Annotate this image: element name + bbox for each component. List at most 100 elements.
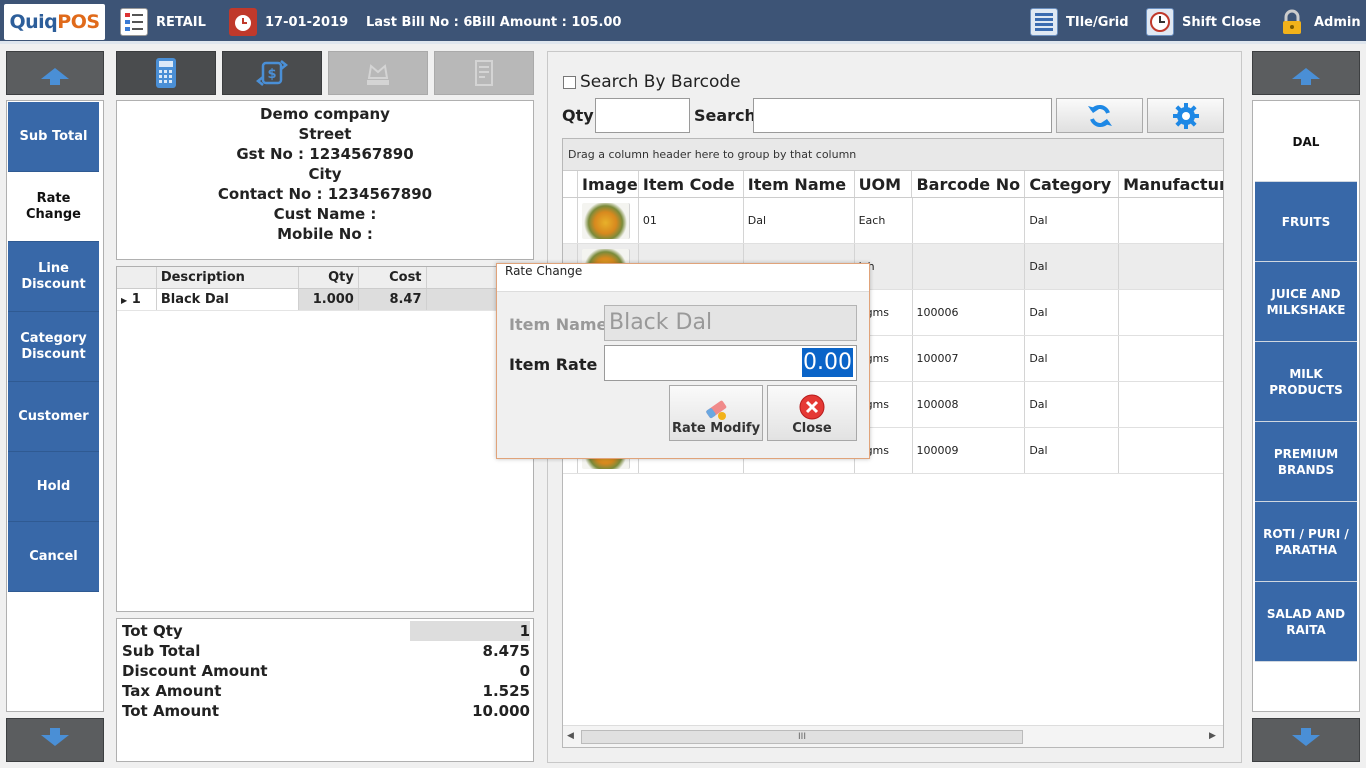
category-milk-products[interactable]: MILK PRODUCTS — [1255, 342, 1357, 422]
calendar-clock-icon — [229, 8, 257, 36]
tot-qty-row: Tot Qty 1 — [117, 621, 533, 641]
scroll-left-icon[interactable]: ◀ — [567, 731, 574, 741]
category-scroll-down-button[interactable] — [1252, 718, 1360, 762]
barcode-cell: 100007 — [913, 336, 1026, 381]
company-city: City — [308, 165, 342, 183]
company-street: Street — [298, 125, 352, 143]
column-header-barcode[interactable]: Barcode No — [912, 171, 1026, 197]
column-header-item-code[interactable]: Item Code — [639, 171, 744, 197]
shift-close-label: Shift Close — [1182, 14, 1261, 30]
row-number-text: 1 — [131, 292, 141, 307]
category-roti-puri-paratha[interactable]: ROTI / PURI / PARATHA — [1255, 502, 1357, 582]
arrow-down-icon — [1292, 727, 1320, 746]
date-label: 17-01-2019 — [265, 14, 349, 30]
bill-row-cost: 8.47 — [358, 289, 427, 310]
arrow-up-icon — [1292, 67, 1320, 85]
receipt-icon — [475, 60, 493, 86]
discount-value: 0 — [519, 662, 530, 680]
column-header-qty[interactable]: Qty — [299, 267, 359, 288]
scroll-right-icon[interactable]: ▶ — [1209, 731, 1216, 741]
close-button[interactable]: Close — [767, 385, 857, 441]
category-discount-button[interactable]: Category Discount — [8, 312, 99, 382]
menu-scroll-down-button[interactable] — [6, 718, 104, 762]
column-header-category[interactable]: Category — [1025, 171, 1120, 197]
shift-close-button[interactable]: Shift Close — [1146, 0, 1261, 44]
column-header-uom[interactable]: UOM — [855, 171, 913, 197]
close-icon — [799, 394, 825, 420]
arrow-up-icon — [41, 67, 69, 85]
clock-icon — [1146, 8, 1174, 36]
rate-modify-button[interactable]: Rate Modify — [669, 385, 763, 441]
line-discount-button[interactable]: Line Discount — [8, 242, 99, 312]
cancel-button[interactable]: Cancel — [8, 522, 99, 592]
rate-change-button[interactable]: Rate Change — [8, 172, 99, 242]
bill-row-qty: 1.000 — [299, 289, 359, 310]
tot-qty-value: 1 — [410, 621, 530, 641]
row-number: ▶ 1 — [117, 289, 157, 310]
barcode-cell: 100006 — [913, 290, 1026, 335]
row-selector-header — [563, 171, 578, 197]
search-input[interactable] — [753, 98, 1052, 133]
left-menu: Sub Total Rate Change Line Discount Cate… — [6, 100, 104, 712]
menu-scroll-up-button[interactable] — [6, 51, 104, 95]
tot-amount-value: 10.000 — [472, 702, 530, 720]
qty-label: Qty — [562, 106, 594, 125]
uom-cell: Each — [855, 198, 913, 243]
horizontal-scrollbar[interactable]: ◀ III ▶ — [563, 725, 1223, 747]
receipt-button[interactable] — [434, 51, 534, 95]
tot-amount-label: Tot Amount — [122, 702, 220, 720]
row-indicator-header — [117, 267, 157, 288]
money-exchange-button[interactable]: $ — [222, 51, 322, 95]
sub-total-value: 8.475 — [482, 642, 530, 660]
item-rate-label: Item Rate — [509, 355, 598, 374]
money-exchange-icon: $ — [255, 60, 289, 86]
column-header-item-name[interactable]: Item Name — [744, 171, 855, 197]
gst-number: Gst No : 1234567890 — [236, 145, 414, 163]
category-premium-brands[interactable]: PREMIUM BRANDS — [1255, 422, 1357, 502]
tot-amount-row: Tot Amount 10.000 — [117, 701, 533, 721]
column-header-cost[interactable]: Cost — [359, 267, 427, 288]
manufacture-cell — [1119, 290, 1223, 335]
column-header-description[interactable]: Description — [157, 267, 300, 288]
column-header-manufacture[interactable]: Manufacture — [1119, 171, 1223, 197]
crown-drawer-icon — [367, 64, 389, 85]
row-selector — [563, 198, 578, 243]
hold-button[interactable]: Hold — [8, 452, 99, 522]
barcode-checkbox[interactable] — [563, 75, 576, 89]
crown-drawer-button[interactable] — [328, 51, 428, 95]
discount-row: Discount Amount 0 — [117, 661, 533, 681]
qty-input[interactable] — [595, 98, 690, 133]
category-fruits[interactable]: FRUITS — [1255, 182, 1357, 262]
search-label: Search — [694, 106, 756, 125]
item-code-cell: 01 — [639, 198, 744, 243]
bill-row[interactable]: ▶ 1 Black Dal 1.000 8.47 — [117, 289, 533, 311]
user-menu[interactable]: Admin — [1278, 0, 1361, 44]
category-cell: Dal — [1025, 244, 1120, 289]
product-row[interactable]: 01 Dal Each Dal — [563, 198, 1223, 244]
category-salad-raita[interactable]: SALAD AND RAITA — [1255, 582, 1357, 662]
mode-indicator[interactable]: RETAIL — [120, 0, 206, 44]
category-juice-milkshake[interactable]: JUICE AND MILKSHAKE — [1255, 262, 1357, 342]
scroll-thumb[interactable]: III — [581, 730, 1023, 744]
category-list: DAL FRUITS JUICE AND MILKSHAKE MILK PROD… — [1252, 100, 1360, 712]
column-header-image[interactable]: Image — [578, 171, 639, 197]
tile-grid-button[interactable]: TIle/Grid — [1030, 0, 1129, 44]
sub-total-label: Sub Total — [122, 642, 201, 660]
barcode-search-toggle[interactable]: Search By Barcode — [563, 72, 741, 92]
customer-button[interactable]: Customer — [8, 382, 99, 452]
manufacture-cell — [1119, 428, 1223, 473]
barcode-cell — [913, 244, 1026, 289]
category-scroll-up-button[interactable] — [1252, 51, 1360, 95]
barcode-cell — [913, 198, 1026, 243]
dal-thumbnail — [581, 203, 630, 239]
logo-text: Quiq — [9, 11, 58, 33]
sub-total-button[interactable]: Sub Total — [8, 102, 99, 172]
mobile-number: Mobile No : — [277, 225, 373, 243]
calculator-button[interactable] — [116, 51, 216, 95]
item-rate-input[interactable]: 0.00 — [604, 345, 857, 381]
item-name-label: Item Name — [509, 315, 608, 334]
rate-change-dialog: Rate Change Item Name Black Dal Item Rat… — [496, 263, 870, 459]
category-dal[interactable]: DAL — [1255, 102, 1357, 182]
refresh-button[interactable] — [1056, 98, 1143, 133]
settings-button[interactable] — [1147, 98, 1224, 133]
